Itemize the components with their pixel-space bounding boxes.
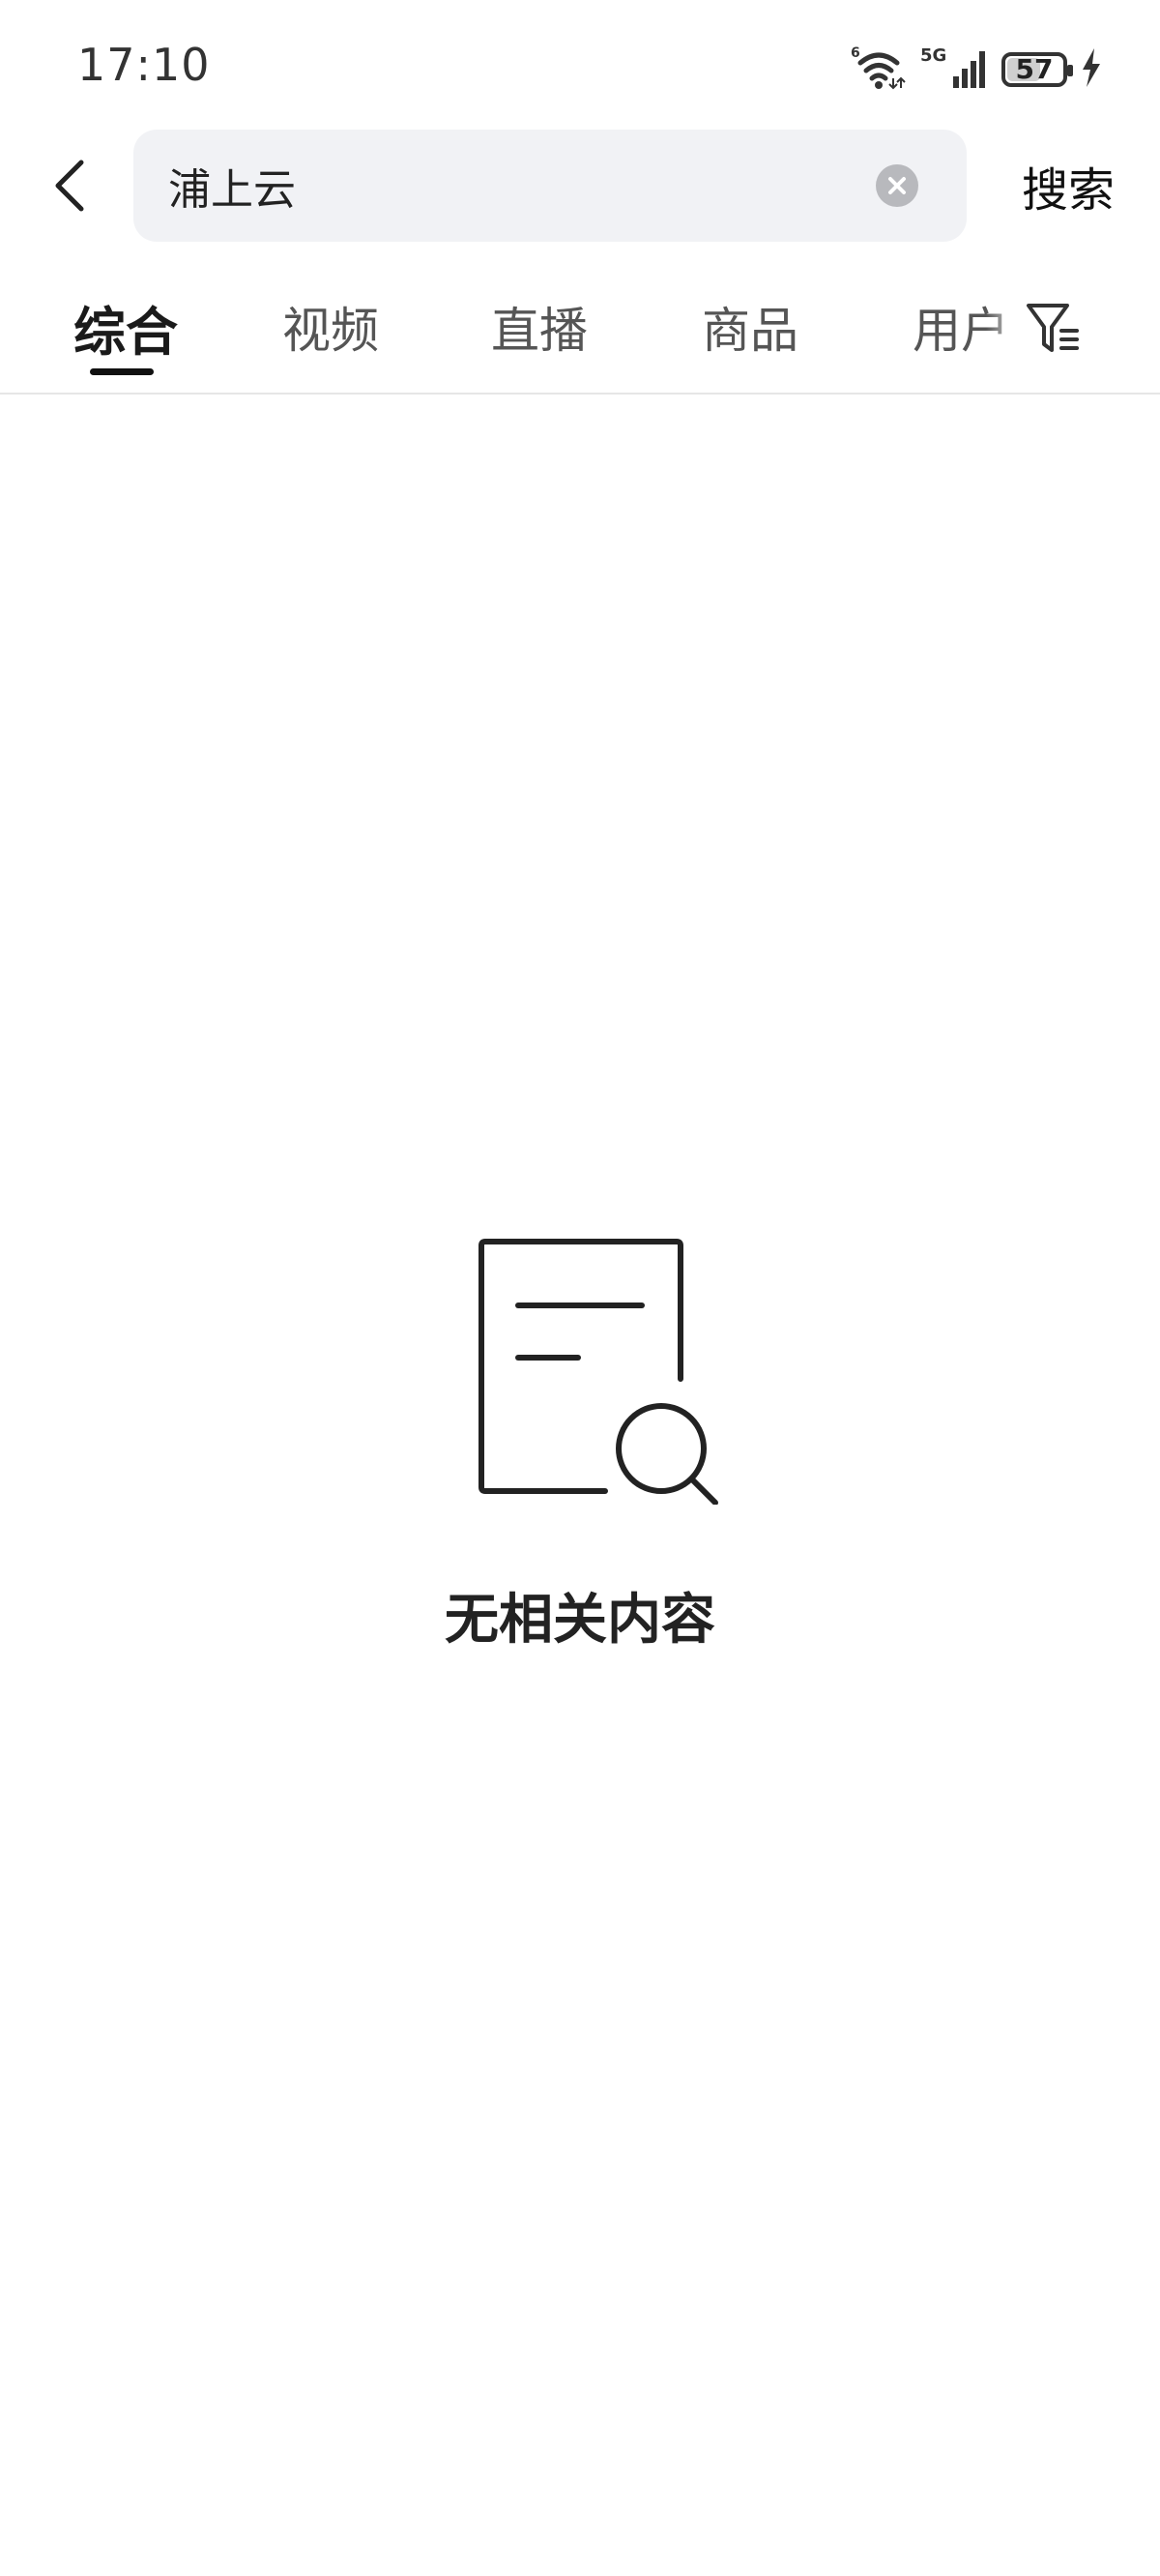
back-button[interactable] (39, 149, 101, 222)
tab-products[interactable]: 商品 (702, 288, 798, 366)
search-input[interactable] (168, 130, 884, 242)
status-bar: 17:10 6 5G 57 (0, 0, 1160, 135)
clear-search-button[interactable] (876, 164, 918, 207)
charging-bolt-icon (1081, 48, 1102, 91)
chevron-left-icon (55, 160, 84, 212)
status-time: 17:10 (77, 39, 211, 91)
search-header: 搜索 (0, 130, 1160, 244)
filter-icon (1027, 304, 1079, 352)
status-icons: 6 5G 57 (851, 43, 1102, 97)
active-tab-indicator (90, 368, 154, 375)
tabs-divider (0, 393, 1160, 395)
cellular-signal-icon: 5G (920, 44, 988, 96)
search-box (133, 130, 967, 242)
svg-text:5G: 5G (920, 45, 946, 66)
empty-state-message: 无相关内容 (445, 1589, 715, 1652)
battery-level-text: 57 (1015, 53, 1054, 85)
tab-comprehensive[interactable]: 综合 (73, 288, 178, 366)
document-search-icon (474, 1234, 725, 1506)
filter-button[interactable] (1023, 296, 1087, 360)
clear-icon (876, 164, 918, 207)
battery-indicator: 57 (1001, 52, 1073, 87)
search-button[interactable]: 搜索 (996, 130, 1141, 242)
svg-text:6: 6 (851, 45, 860, 61)
tab-video[interactable]: 视频 (282, 288, 379, 366)
wifi-icon: 6 (851, 44, 907, 96)
tab-live[interactable]: 直播 (491, 288, 588, 366)
battery-cap (1067, 65, 1073, 76)
category-tabs: 综合 视频 直播 商品 用户 (0, 271, 1160, 395)
